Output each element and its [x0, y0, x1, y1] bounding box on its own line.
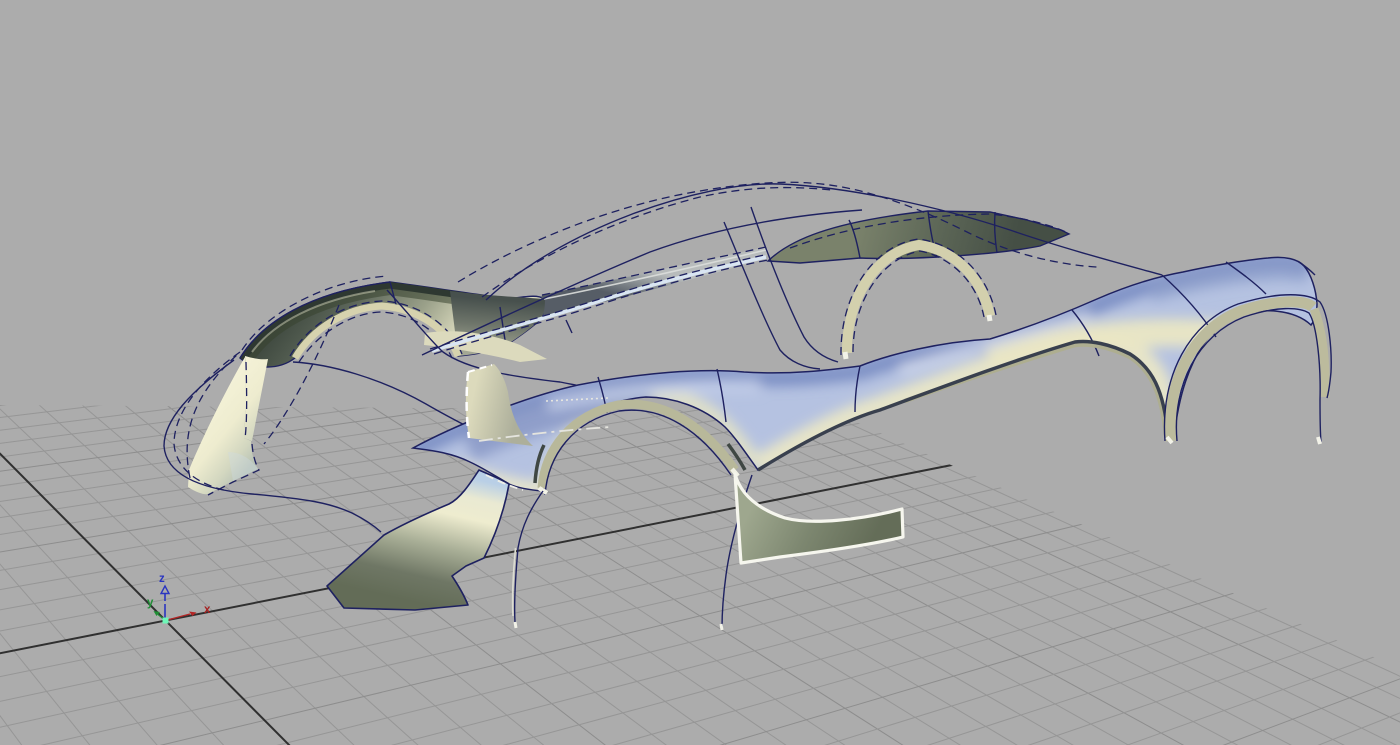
svg-text:z: z — [159, 573, 165, 585]
svg-text:y: y — [147, 597, 154, 609]
svg-text:x: x — [204, 604, 211, 616]
